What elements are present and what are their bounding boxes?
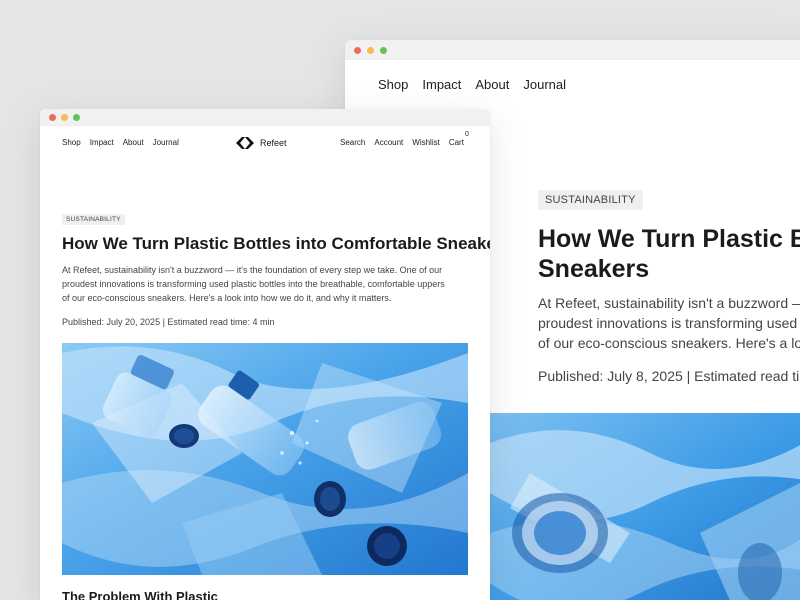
article-title: How We Turn Plastic Bottles into Comfort… <box>62 234 490 253</box>
nav-cart-link[interactable]: Cart <box>449 138 464 147</box>
nav-impact-link[interactable]: Impact <box>90 138 114 147</box>
main-nav: Shop Impact About Journal <box>378 77 566 92</box>
nav-shop-link[interactable]: Shop <box>378 77 408 92</box>
plastic-bottles-photo <box>490 413 800 600</box>
hero-image <box>490 413 800 600</box>
article-title-line: How We Turn Plastic B <box>538 225 800 253</box>
article-meta: Published: July 8, 2025 | Estimated read… <box>538 368 800 384</box>
minimize-window-button[interactable] <box>367 47 374 54</box>
article-intro-line: proudest innovations is transforming use… <box>538 315 798 331</box>
article-intro-line: At Refeet, sustainability isn't a buzzwo… <box>538 295 800 311</box>
hero-image <box>62 343 468 575</box>
maximize-window-button[interactable] <box>73 114 80 121</box>
front-browser-window: Shop Impact About Journal Refeet Search … <box>40 109 490 600</box>
nav-wishlist-link[interactable]: Wishlist <box>412 138 440 147</box>
article-intro-line: of our eco-conscious sneakers. Here's a … <box>62 293 392 303</box>
minimize-window-button[interactable] <box>61 114 68 121</box>
category-badge[interactable]: SUSTAINABILITY <box>538 190 643 210</box>
nav-account-link[interactable]: Account <box>374 138 403 147</box>
utility-nav: Search Account Wishlist Cart <box>340 138 464 147</box>
nav-journal-link[interactable]: Journal <box>153 138 179 147</box>
article-intro-line: At Refeet, sustainability isn't a buzzwo… <box>62 265 443 275</box>
nav-about-link[interactable]: About <box>123 138 144 147</box>
article-title-line: Sneakers <box>538 255 650 283</box>
category-badge[interactable]: SUSTAINABILITY <box>62 214 125 225</box>
article-intro: At Refeet, sustainability isn't a buzzwo… <box>538 293 800 353</box>
brand-name: Refeet <box>260 138 287 148</box>
maximize-window-button[interactable] <box>380 47 387 54</box>
cart-count-badge: 0 <box>465 131 469 138</box>
nav-about-link[interactable]: About <box>475 77 509 92</box>
article-intro: At Refeet, sustainability isn't a buzzwo… <box>62 263 472 305</box>
section-heading: The Problem With Plastic <box>62 589 218 600</box>
article-meta: Published: July 20, 2025 | Estimated rea… <box>62 317 275 327</box>
article-title: How We Turn Plastic B Sneakers <box>538 224 800 284</box>
nav-impact-link[interactable]: Impact <box>422 77 461 92</box>
plastic-bottles-photo <box>62 343 468 575</box>
site-header: Shop Impact About Journal Refeet Search … <box>40 126 490 166</box>
article-intro-line: proudest innovations is transforming use… <box>62 279 445 289</box>
article-intro-line: of our eco-conscious sneakers. Here's a … <box>538 335 800 351</box>
nav-journal-link[interactable]: Journal <box>523 77 566 92</box>
window-titlebar <box>40 109 490 126</box>
nav-search-link[interactable]: Search <box>340 138 365 147</box>
window-titlebar <box>345 40 800 60</box>
close-window-button[interactable] <box>354 47 361 54</box>
refeet-logo-icon <box>236 137 254 149</box>
brand-logo[interactable]: Refeet <box>235 136 287 150</box>
close-window-button[interactable] <box>49 114 56 121</box>
main-nav: Shop Impact About Journal <box>62 138 179 147</box>
nav-shop-link[interactable]: Shop <box>62 138 81 147</box>
